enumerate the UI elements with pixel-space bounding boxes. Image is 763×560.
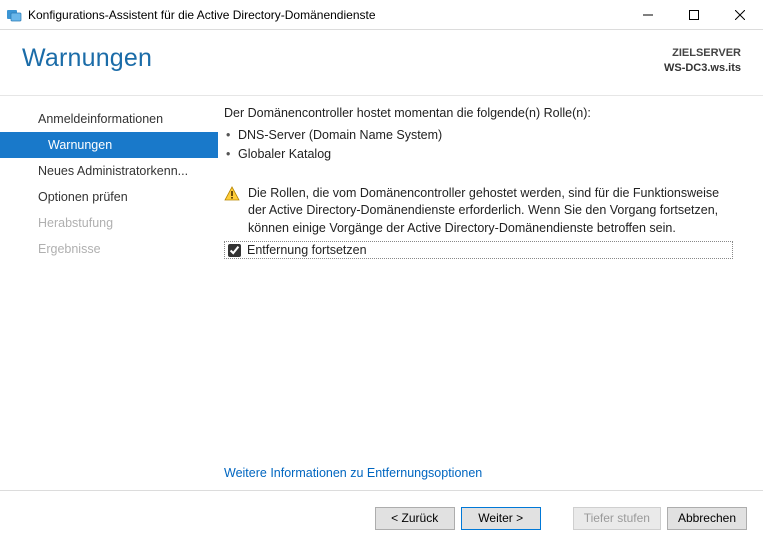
titlebar: Konfigurations-Assistent für die Active …	[0, 0, 763, 30]
window-title: Konfigurations-Assistent für die Active …	[28, 8, 625, 22]
sidebar-item-credentials[interactable]: Anmeldeinformationen	[0, 106, 218, 132]
role-item: Globaler Katalog	[224, 145, 733, 164]
wizard-body: Anmeldeinformationen Warnungen Neues Adm…	[0, 96, 763, 490]
sidebar-item-warnings[interactable]: Warnungen	[0, 132, 218, 158]
warning-text: Die Rollen, die vom Domänencontroller ge…	[248, 185, 733, 238]
wizard-header: Warnungen ZIELSERVER WS-DC3.ws.its	[0, 30, 763, 96]
app-icon	[6, 7, 22, 23]
warning-icon	[224, 186, 240, 202]
proceed-removal-label: Entfernung fortsetzen	[247, 243, 367, 257]
back-button[interactable]: < Zurück	[375, 507, 455, 530]
window-controls	[625, 0, 763, 30]
target-server-block: ZIELSERVER WS-DC3.ws.its	[664, 44, 741, 76]
target-server-label: ZIELSERVER	[664, 46, 741, 61]
role-item: DNS-Server (Domain Name System)	[224, 126, 733, 145]
cancel-button[interactable]: Abbrechen	[667, 507, 747, 530]
wizard-sidebar: Anmeldeinformationen Warnungen Neues Adm…	[0, 96, 218, 490]
wizard-footer: < Zurück Weiter > Tiefer stufen Abbreche…	[0, 490, 763, 545]
sidebar-item-demotion: Herabstufung	[0, 210, 218, 236]
wizard-content: Der Domänencontroller hostet momentan di…	[218, 96, 763, 490]
close-button[interactable]	[717, 0, 763, 30]
sidebar-item-results: Ergebnisse	[0, 236, 218, 262]
demote-button: Tiefer stufen	[573, 507, 661, 530]
sidebar-item-review-options[interactable]: Optionen prüfen	[0, 184, 218, 210]
warning-row: Die Rollen, die vom Domänencontroller ge…	[224, 185, 733, 238]
minimize-button[interactable]	[625, 0, 671, 30]
next-button[interactable]: Weiter >	[461, 507, 541, 530]
intro-text: Der Domänencontroller hostet momentan di…	[224, 106, 733, 120]
roles-list: DNS-Server (Domain Name System) Globaler…	[224, 126, 733, 165]
page-title: Warnungen	[22, 44, 664, 73]
proceed-removal-row[interactable]: Entfernung fortsetzen	[224, 241, 733, 259]
proceed-removal-checkbox[interactable]	[228, 244, 241, 257]
sidebar-item-new-admin-pw[interactable]: Neues Administratorkenn...	[0, 158, 218, 184]
target-server-value: WS-DC3.ws.its	[664, 61, 741, 76]
maximize-button[interactable]	[671, 0, 717, 30]
more-info-link[interactable]: Weitere Informationen zu Entfernungsopti…	[224, 466, 482, 480]
